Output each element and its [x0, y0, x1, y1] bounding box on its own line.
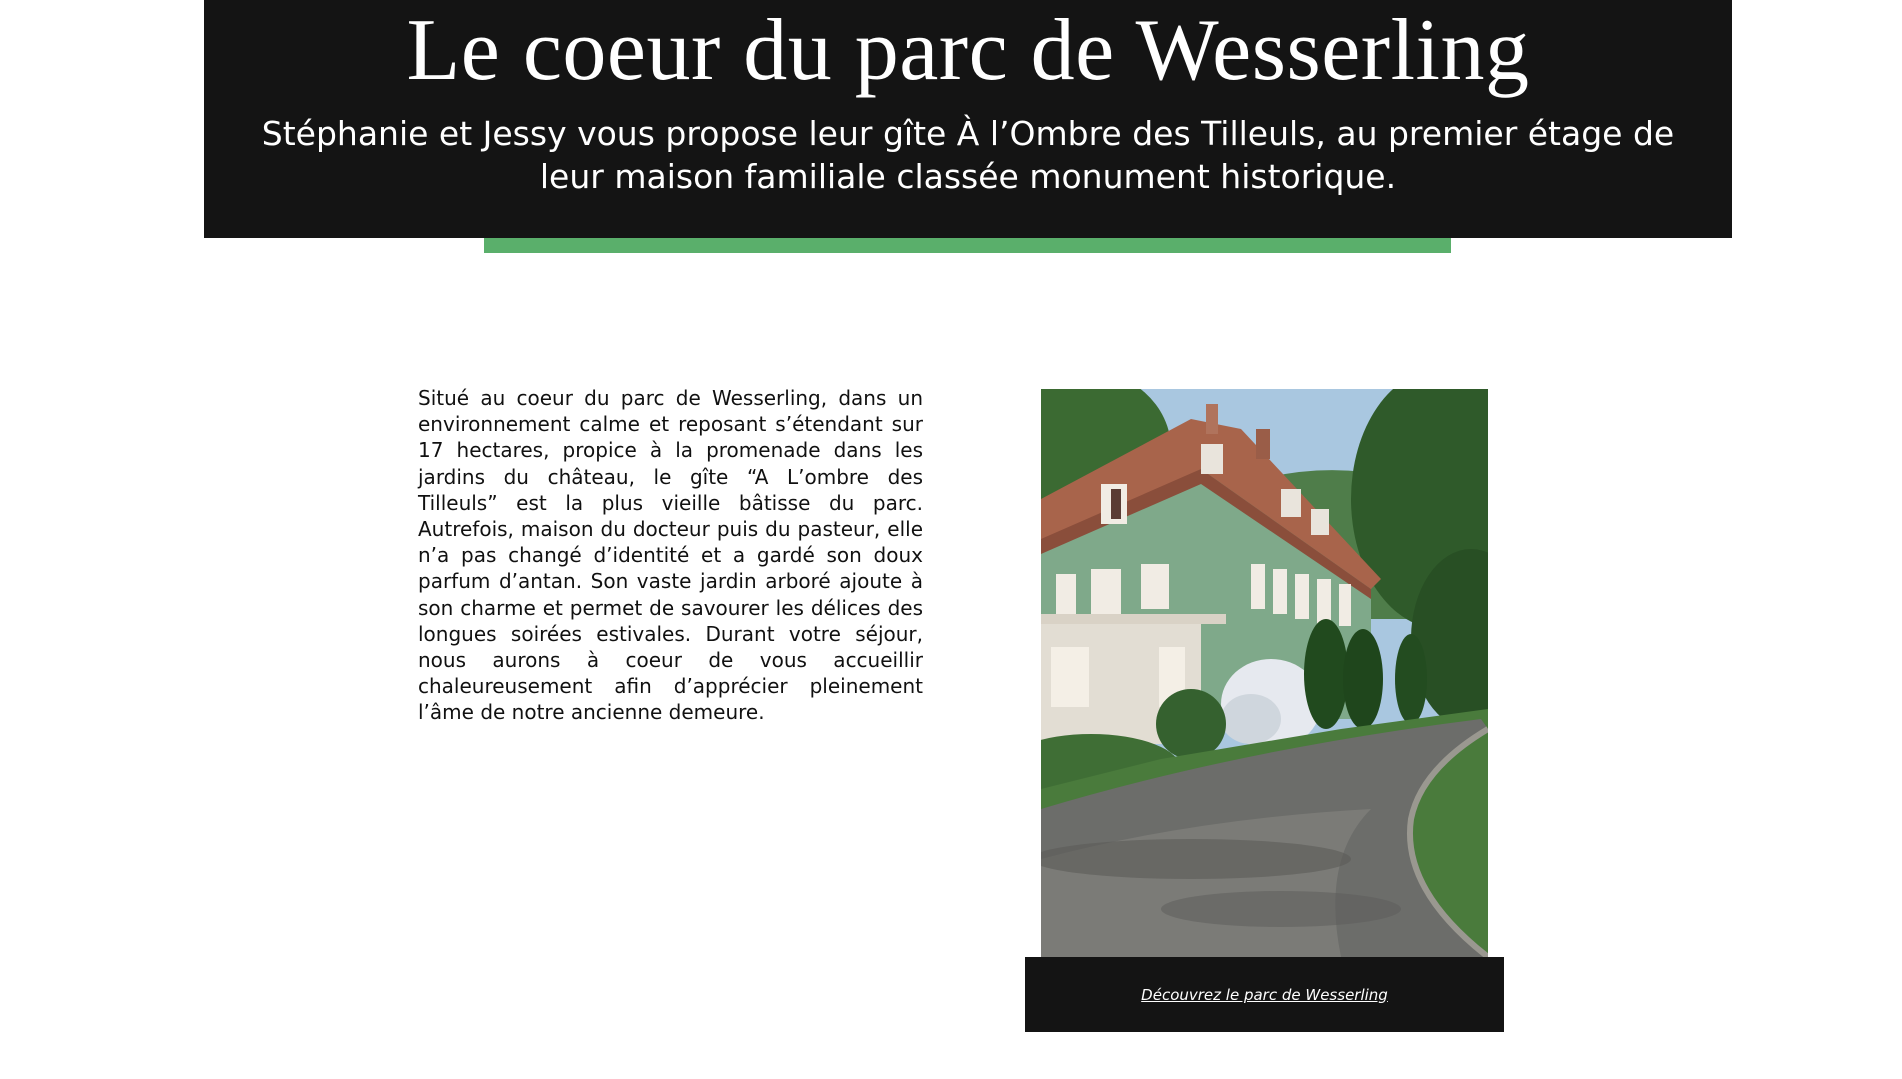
caption-box: Découvrez le parc de Wesserling [1025, 957, 1504, 1032]
page: Le coeur du parc de Wesserling Stéphanie… [0, 0, 1902, 1079]
discover-park-link[interactable]: Découvrez le parc de Wesserling [1141, 986, 1388, 1004]
page-title: Le coeur du parc de Wesserling [406, 2, 1530, 99]
green-house-photo [1041, 389, 1488, 957]
intro-paragraph: Situé au coeur du parc de Wesserling, da… [418, 386, 923, 725]
accent-divider [484, 238, 1451, 253]
hero-subtitle: Stéphanie et Jessy vous propose leur gît… [261, 114, 1675, 196]
hero-banner: Le coeur du parc de Wesserling Stéphanie… [204, 0, 1732, 238]
